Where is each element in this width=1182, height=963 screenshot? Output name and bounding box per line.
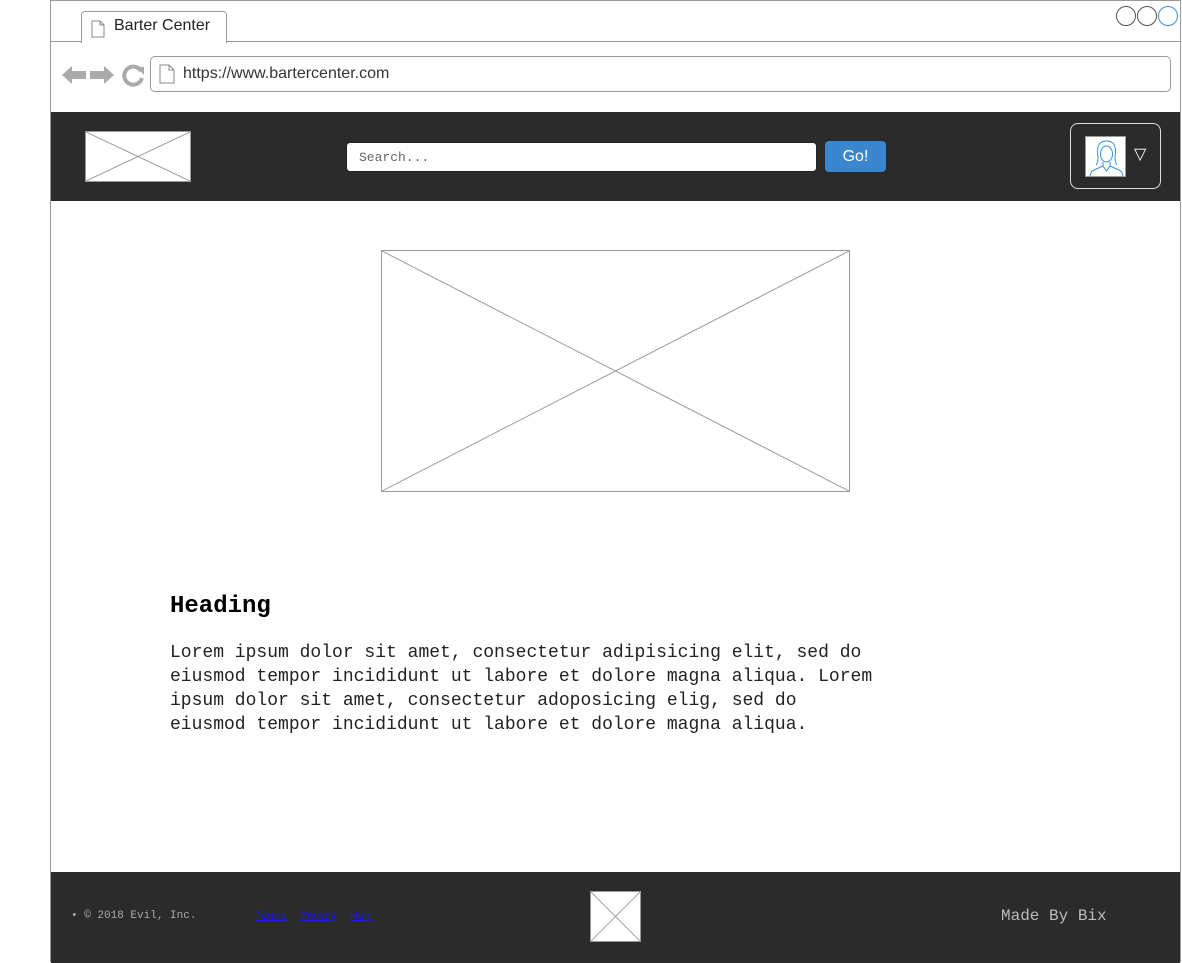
- address-bar: https://www.bartercenter.com: [51, 42, 1180, 112]
- logo-placeholder[interactable]: [85, 131, 191, 182]
- forward-arrow-icon[interactable]: [89, 64, 115, 86]
- page-icon: [159, 64, 175, 84]
- url-text: https://www.bartercenter.com: [183, 65, 390, 82]
- site-footer: • © 2018 Evil, Inc. Terms Privacy Help M…: [51, 872, 1180, 963]
- close-button[interactable]: [1158, 6, 1178, 26]
- tab-title: Barter Center: [114, 17, 211, 34]
- maximize-button[interactable]: [1137, 6, 1157, 26]
- user-menu[interactable]: ▽: [1070, 123, 1161, 189]
- url-field[interactable]: https://www.bartercenter.com: [150, 56, 1171, 92]
- footer-links: Terms Privacy Help: [256, 910, 373, 922]
- avatar: [1085, 136, 1126, 177]
- made-by-text: Made By Bix: [1001, 907, 1107, 925]
- footer-logo-placeholder: [590, 891, 641, 942]
- content-body: Lorem ipsum dolor sit amet, consectetur …: [170, 643, 873, 735]
- go-button[interactable]: Go!: [825, 141, 886, 172]
- tab-bar: Barter Center: [51, 1, 1180, 43]
- browser-window: Barter Center https://www.bartercenter.c…: [50, 0, 1181, 963]
- search-placeholder: Search...: [359, 150, 430, 165]
- footer-link-help[interactable]: Help: [350, 910, 373, 922]
- search-input[interactable]: Search...: [346, 142, 817, 172]
- refresh-icon[interactable]: [121, 64, 145, 88]
- hero-image-placeholder: [381, 250, 850, 492]
- site-header: Search... Go! ▽: [51, 112, 1180, 201]
- content-heading: Heading: [170, 593, 271, 620]
- minimize-button[interactable]: [1116, 6, 1136, 26]
- chevron-down-icon: ▽: [1134, 146, 1147, 163]
- user-avatar-icon: [1089, 140, 1124, 176]
- copyright-text: • © 2018 Evil, Inc.: [71, 910, 197, 922]
- back-arrow-icon[interactable]: [61, 64, 87, 86]
- window-controls: [1116, 6, 1178, 26]
- footer-link-privacy[interactable]: Privacy: [300, 910, 336, 922]
- browser-tab[interactable]: Barter Center: [81, 11, 227, 43]
- footer-link-terms[interactable]: Terms: [256, 910, 286, 922]
- document-icon: [91, 20, 105, 38]
